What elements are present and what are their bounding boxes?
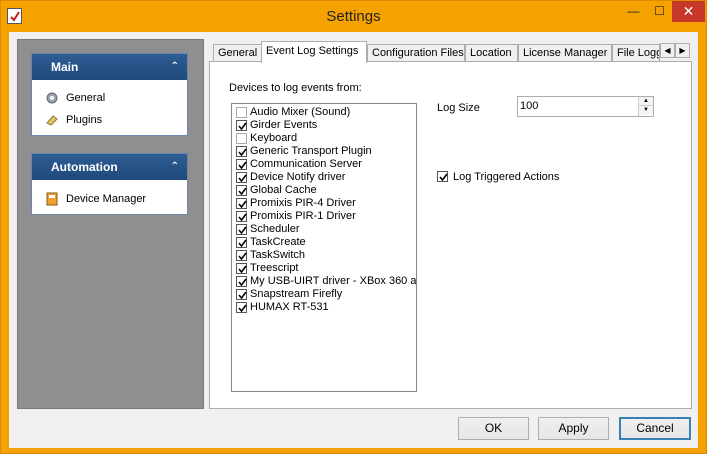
log-triggered-actions-checkbox[interactable] <box>437 171 448 182</box>
tab-license-manager[interactable]: License Manager <box>518 44 612 62</box>
device-label: Scheduler <box>250 223 300 235</box>
device-item[interactable]: Keyboard <box>232 132 416 145</box>
collapse-icon[interactable]: ⌃ <box>171 154 179 180</box>
checkbox[interactable] <box>236 133 247 144</box>
device-item[interactable]: Scheduler <box>232 223 416 236</box>
close-button[interactable]: ✕ <box>672 1 705 22</box>
minimize-button[interactable]: — <box>620 1 647 22</box>
device-item[interactable]: HUMAX RT-531 <box>232 301 416 314</box>
device-label: Global Cache <box>250 184 317 196</box>
device-icon <box>45 192 59 206</box>
tab-configuration-files[interactable]: Configuration Files <box>367 44 465 62</box>
maximize-button[interactable]: ☐ <box>647 1 672 22</box>
device-item[interactable]: Global Cache <box>232 184 416 197</box>
sidebar-item-label: Plugins <box>66 114 103 126</box>
device-item[interactable]: TaskCreate <box>232 236 416 249</box>
device-label: My USB-UIRT driver - XBox 360 ar <box>250 275 417 287</box>
checkbox[interactable] <box>236 120 247 131</box>
title-bar[interactable]: Settings — ☐ ✕ <box>1 1 706 32</box>
device-label: TaskCreate <box>250 236 306 248</box>
device-label: Audio Mixer (Sound) <box>250 106 351 118</box>
device-item[interactable]: My USB-UIRT driver - XBox 360 ar <box>232 275 416 288</box>
checkbox[interactable] <box>236 263 247 274</box>
device-item[interactable]: Communication Server <box>232 158 416 171</box>
log-size-value[interactable]: 100 <box>520 100 538 112</box>
sidebar-panel: Main ⌃ General Plugins Automation ⌃ Devi… <box>17 39 204 409</box>
tab-event-log-settings[interactable]: Event Log Settings <box>261 41 367 63</box>
window-title: Settings <box>326 8 381 25</box>
device-label: Girder Events <box>250 119 318 131</box>
sidebar-group-main: Main ⌃ General Plugins <box>31 53 188 136</box>
device-label: HUMAX RT-531 <box>250 301 329 313</box>
tab-file-logging[interactable]: File Logg <box>612 44 660 62</box>
device-item[interactable]: Device Notify driver <box>232 171 416 184</box>
sidebar-item-label: Device Manager <box>66 193 147 205</box>
checkbox[interactable] <box>236 185 247 196</box>
device-label: Promixis PIR-4 Driver <box>250 197 356 209</box>
sidebar-item-plugins[interactable]: Plugins <box>32 109 187 131</box>
checkbox[interactable] <box>236 172 247 183</box>
tab-location[interactable]: Location <box>465 44 518 62</box>
device-label: Promixis PIR-1 Driver <box>250 210 356 222</box>
device-label: Treescript <box>250 262 299 274</box>
cancel-button[interactable]: Cancel <box>619 417 691 440</box>
device-item[interactable]: Girder Events <box>232 119 416 132</box>
log-triggered-actions-option[interactable]: Log Triggered Actions <box>437 171 559 185</box>
apply-button[interactable]: Apply <box>538 417 609 440</box>
spin-up-button[interactable]: ▲ <box>639 97 653 106</box>
sidebar-item-general[interactable]: General <box>32 87 187 109</box>
checkbox[interactable] <box>236 250 247 261</box>
settings-window: Settings — ☐ ✕ Main ⌃ General Plugins Au… <box>0 0 707 454</box>
device-label: Generic Transport Plugin <box>250 145 372 157</box>
checkbox[interactable] <box>236 289 247 300</box>
device-item[interactable]: Audio Mixer (Sound) <box>232 106 416 119</box>
device-label: Communication Server <box>250 158 362 170</box>
ok-button[interactable]: OK <box>458 417 529 440</box>
devices-label: Devices to log events from: <box>229 82 362 94</box>
device-item[interactable]: Promixis PIR-4 Driver <box>232 197 416 210</box>
checkbox[interactable] <box>236 107 247 118</box>
device-label: Device Notify driver <box>250 171 346 183</box>
log-triggered-actions-label: Log Triggered Actions <box>453 171 560 183</box>
checkbox[interactable] <box>236 276 247 287</box>
checkbox[interactable] <box>236 224 247 235</box>
checkbox[interactable] <box>236 211 247 222</box>
tab-general[interactable]: General <box>213 44 262 62</box>
client-area: Main ⌃ General Plugins Automation ⌃ Devi… <box>9 32 698 448</box>
sidebar-group-title: Automation <box>51 160 118 174</box>
devices-checklist[interactable]: Audio Mixer (Sound) Girder Events Keyboa… <box>231 103 417 392</box>
checkbox[interactable] <box>236 159 247 170</box>
plugin-icon <box>45 113 59 127</box>
checkbox[interactable] <box>236 146 247 157</box>
tab-strip: General Event Log Settings Configuration… <box>213 41 690 63</box>
device-item[interactable]: Promixis PIR-1 Driver <box>232 210 416 223</box>
device-label: Snapstream Firefly <box>250 288 343 300</box>
log-size-label: Log Size <box>437 102 480 114</box>
tab-scroll-right-button[interactable]: ▶ <box>675 43 690 58</box>
gear-icon <box>45 91 59 105</box>
spin-buttons: ▲ ▼ <box>638 97 653 116</box>
collapse-icon[interactable]: ⌃ <box>171 54 179 80</box>
log-size-stepper[interactable]: 100 ▲ ▼ <box>517 96 654 117</box>
device-item[interactable]: TaskSwitch <box>232 249 416 262</box>
sidebar-group-automation: Automation ⌃ Device Manager <box>31 153 188 215</box>
spin-down-button[interactable]: ▼ <box>639 106 653 115</box>
device-label: TaskSwitch <box>250 249 306 261</box>
checkbox[interactable] <box>236 198 247 209</box>
device-item[interactable]: Snapstream Firefly <box>232 288 416 301</box>
sidebar-item-device-manager[interactable]: Device Manager <box>32 188 187 210</box>
device-item[interactable]: Generic Transport Plugin <box>232 145 416 158</box>
checkbox[interactable] <box>236 302 247 313</box>
tab-scroll-left-button[interactable]: ◀ <box>660 43 675 58</box>
sidebar-item-label: General <box>66 92 106 104</box>
sidebar-group-header-automation[interactable]: Automation ⌃ <box>32 154 187 180</box>
device-item[interactable]: Treescript <box>232 262 416 275</box>
sidebar-group-header-main[interactable]: Main ⌃ <box>32 54 187 80</box>
sidebar-group-title: Main <box>51 60 79 74</box>
device-label: Keyboard <box>250 132 298 144</box>
checkbox[interactable] <box>236 237 247 248</box>
event-log-settings-page: Devices to log events from: Audio Mixer … <box>209 61 692 409</box>
